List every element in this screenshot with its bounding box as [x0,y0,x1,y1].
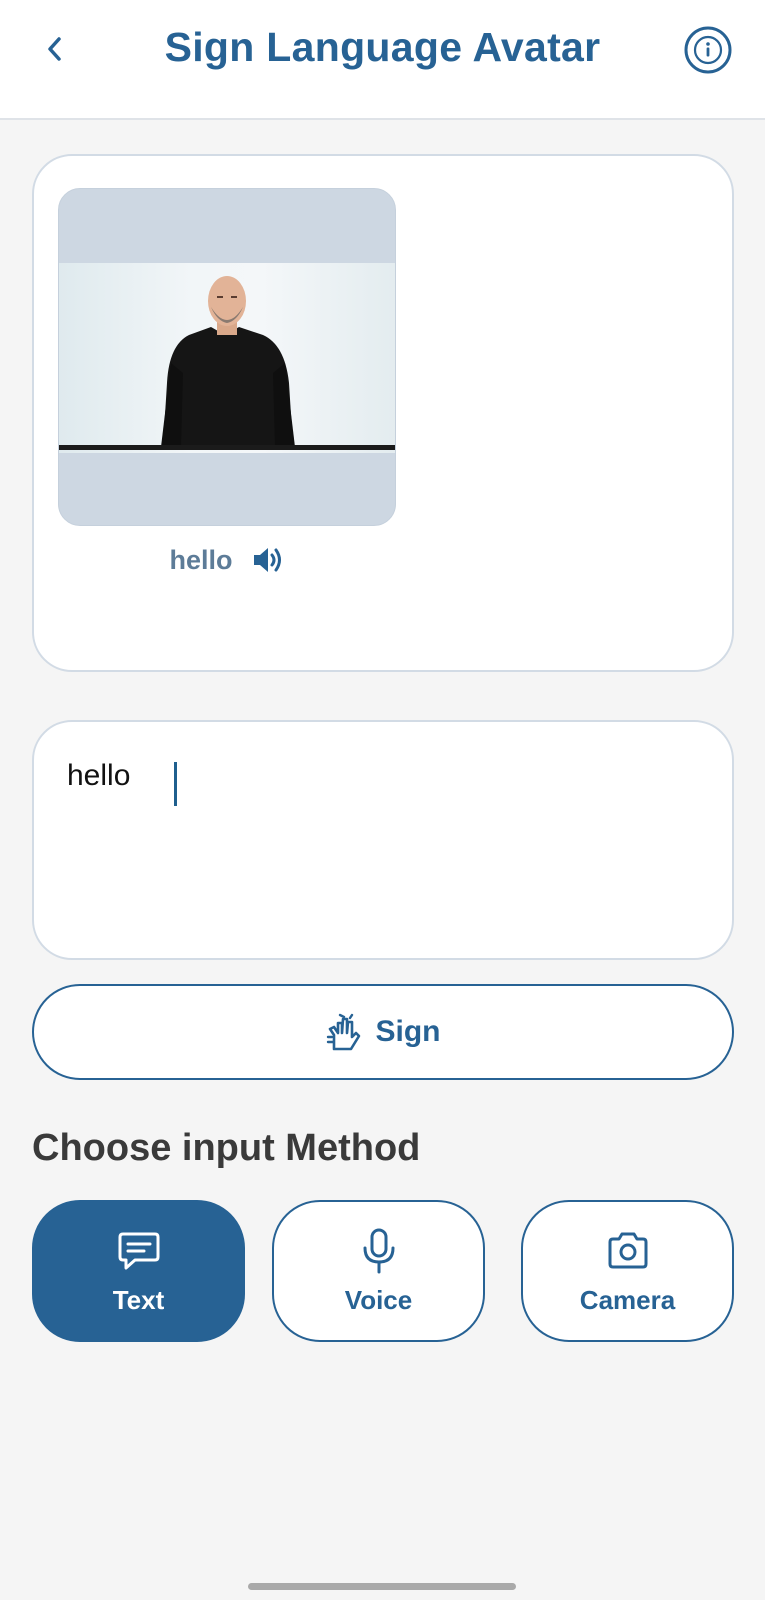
volume-icon [253,548,281,572]
app-bar: Sign Language Avatar [0,0,765,120]
method-camera-label: Camera [579,1284,676,1315]
signer-figure [161,276,295,447]
word-row: hello [58,540,396,580]
hands-signing-icon [326,1013,360,1051]
text-input[interactable] [67,756,697,936]
method-text-label: Text [112,1284,165,1315]
chat-message-icon [115,1227,163,1275]
method-voice-label: Voice [344,1284,413,1315]
sign-button[interactable]: Sign [32,984,734,1080]
avatar-video[interactable] [58,188,396,526]
home-indicator[interactable] [248,1583,516,1590]
method-camera-button[interactable]: Camera [521,1200,734,1342]
info-icon [684,26,732,74]
info-button[interactable] [683,25,733,75]
input-method-title: Choose input Method [32,1127,421,1169]
method-voice-button[interactable]: Voice [272,1200,485,1342]
text-input-card [32,720,734,960]
text-cursor [174,762,177,806]
microphone-icon [355,1227,403,1275]
speak-button[interactable] [251,543,285,577]
sign-button-label: Sign [375,1015,441,1048]
avatar-card: hello [32,154,734,672]
video-floor-line [59,445,395,450]
avatar-video-scene [59,263,395,453]
signed-word: hello [169,544,233,575]
page-title: Sign Language Avatar [164,24,601,70]
method-text-button[interactable]: Text [32,1200,245,1342]
camera-icon [604,1227,652,1275]
